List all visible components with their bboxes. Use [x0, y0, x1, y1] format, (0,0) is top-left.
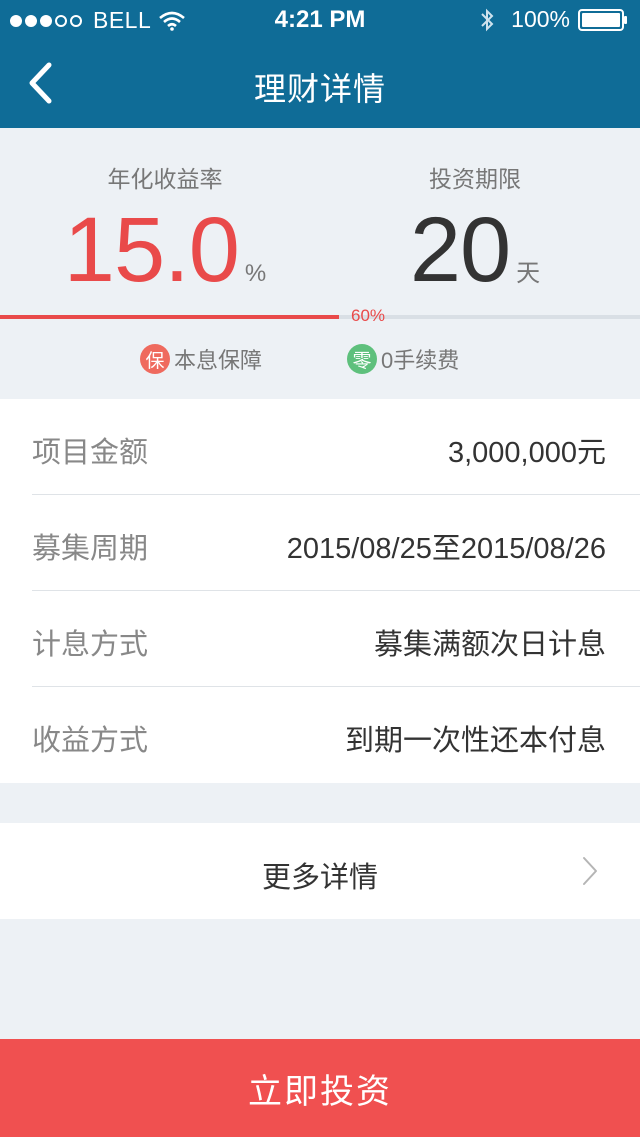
detail-list: 项目金额 3,000,000元 募集周期 2015/08/25至2015/08/…: [0, 399, 640, 783]
term-block: 投资期限 20 天: [355, 160, 595, 296]
zero-fee-icon: 零: [347, 344, 377, 374]
summary-panel: 年化收益率 15.0 % 投资期限 20 天 60% 保 本息保障 零 0手续费: [0, 128, 640, 398]
battery-percentage: 100%: [511, 6, 570, 32]
feature-guarantee: 保 本息保障: [140, 343, 262, 375]
detail-row-period: 募集周期 2015/08/25至2015/08/26: [32, 495, 640, 591]
screen: BELL 4:21 PM 100% 理财详情 年化收益率 15.0 % 投资期限…: [0, 0, 640, 1137]
detail-value: 募集满额次日计息: [373, 629, 606, 661]
annual-rate-unit: %: [244, 260, 267, 287]
detail-label: 项目金额: [32, 437, 149, 469]
term-unit: 天: [516, 260, 541, 287]
page-title: 理财详情: [253, 71, 386, 107]
annual-rate-block: 年化收益率 15.0 %: [40, 160, 290, 296]
annual-rate-label: 年化收益率: [107, 166, 223, 192]
detail-label: 募集周期: [32, 533, 149, 565]
bluetooth-icon: [481, 8, 494, 31]
status-right: 100%: [479, 6, 628, 33]
feature-no-fee-label: 0手续费: [381, 348, 460, 373]
funding-progress-bar: [0, 315, 640, 319]
status-bar: BELL 4:21 PM 100%: [0, 0, 640, 40]
detail-value: 2015/08/25至2015/08/26: [286, 533, 606, 565]
detail-label: 计息方式: [32, 629, 149, 661]
feature-no-fee: 零 0手续费: [347, 343, 459, 375]
nav-bar: 理财详情: [0, 40, 640, 128]
detail-row-amount: 项目金额 3,000,000元: [32, 399, 640, 495]
detail-value: 3,000,000元: [447, 437, 606, 469]
detail-value: 到期一次性还本付息: [344, 725, 606, 757]
detail-row-interest-method: 计息方式 募集满额次日计息: [32, 591, 640, 687]
annual-rate-value: 15.0: [63, 199, 240, 301]
term-value: 20: [409, 199, 511, 301]
more-details-label: 更多详情: [261, 862, 378, 894]
detail-row-return-method: 收益方式 到期一次性还本付息: [32, 687, 640, 783]
term-label: 投资期限: [429, 166, 521, 192]
feature-guarantee-label: 本息保障: [174, 348, 263, 373]
guarantee-icon: 保: [140, 344, 170, 374]
detail-label: 收益方式: [32, 725, 149, 757]
battery-icon: [578, 8, 627, 31]
more-details-button[interactable]: 更多详情: [0, 823, 640, 919]
chevron-right-icon: [583, 857, 597, 885]
invest-now-button[interactable]: 立即投资: [0, 1039, 640, 1137]
header: BELL 4:21 PM 100% 理财详情: [0, 0, 640, 128]
funding-progress-fill: [0, 315, 339, 319]
funding-progress-label: 60%: [351, 306, 386, 325]
